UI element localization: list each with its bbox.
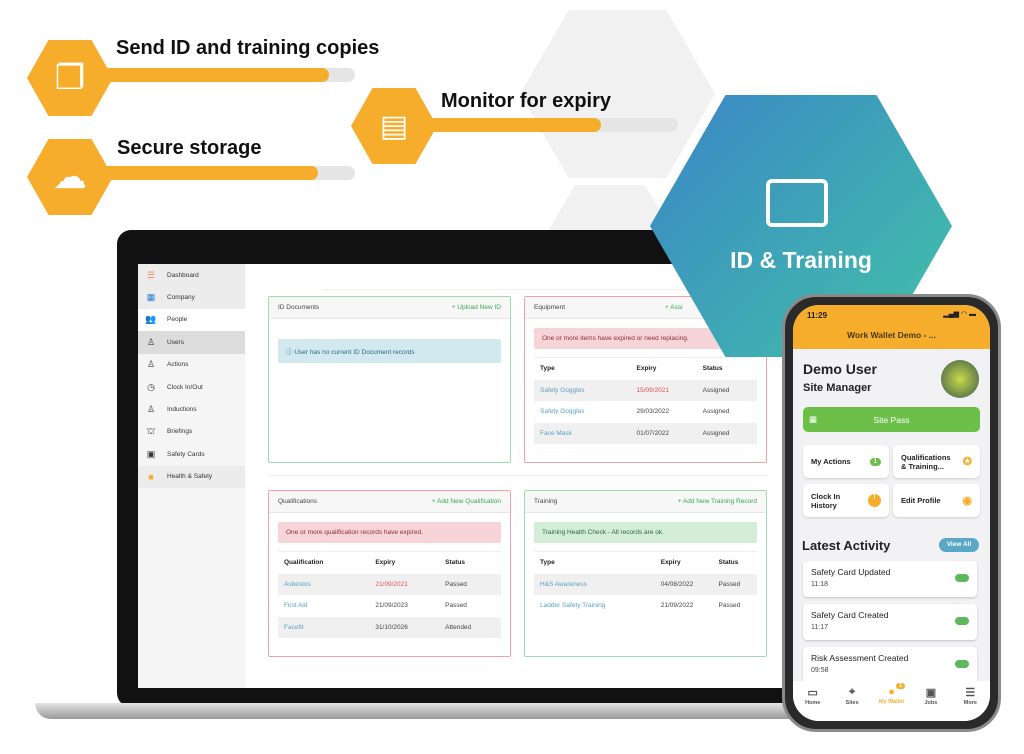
user-role: Site Manager xyxy=(803,382,872,394)
feature-title: Send ID and training copies xyxy=(116,37,380,59)
feature-title: Secure storage xyxy=(117,137,262,159)
status-icons: ▂▄▆ ◠ ▬ xyxy=(943,311,976,318)
sidebar-item-clock[interactable]: ◷ Clock In/Out xyxy=(138,376,245,398)
clock-icon: ! xyxy=(868,494,881,507)
site-pass-button[interactable]: ▦ Site Pass xyxy=(803,407,980,432)
qualifications-panel: Qualifications + Add New Qualification On… xyxy=(268,490,511,657)
laptop-base xyxy=(35,703,807,719)
tab-sites[interactable]: ⌖ Sites xyxy=(832,686,871,721)
sidebar-item-briefings[interactable]: ⛫ Briefings xyxy=(138,421,245,443)
inductions-icon: ♙ xyxy=(146,404,156,415)
view-all-button[interactable]: View All xyxy=(939,538,979,552)
phone-frame: 11:29 ▂▄▆ ◠ ▬ Work Wallet Demo - ... Dem… xyxy=(782,294,1001,732)
sidebar: ☰ Dashboard ▦ Company 👥 People ♙ Users ♙ Acti… xyxy=(138,264,245,688)
cloud-synced-icon xyxy=(955,617,969,625)
cloud-network-icon: ☁ xyxy=(27,139,113,215)
add-qualification-link[interactable]: + Add New Qualification xyxy=(432,498,501,505)
status-time: 11:29 xyxy=(807,311,828,320)
mobile-app-screen: 11:29 ▂▄▆ ◠ ▬ Work Wallet Demo - ... Dem… xyxy=(793,305,990,721)
table-row: H&S Awareness 04/08/2022 Passed xyxy=(534,573,757,595)
divider xyxy=(268,475,768,476)
profile-icon: ◉ xyxy=(962,495,972,507)
feature-bar xyxy=(420,118,678,132)
training-panel: Training + Add New Training Record Traini… xyxy=(524,490,767,657)
table-row: Asbestos 21/09/2021 Passed xyxy=(278,573,501,595)
info-alert: ⓘ User has no current ID Document record… xyxy=(278,339,501,363)
upload-new-id-link[interactable]: + Upload New ID xyxy=(452,304,501,311)
award-icon: ✪ xyxy=(962,456,972,468)
id-badge-icon xyxy=(766,179,828,227)
error-alert: One or more qualification records have e… xyxy=(278,522,501,543)
success-alert: Training Health Check - All records are … xyxy=(534,522,757,543)
clock-in-history-tile[interactable]: Clock In History! xyxy=(803,484,889,517)
home-icon: ▭ xyxy=(807,687,818,699)
user-icon: ♙ xyxy=(146,336,156,347)
building-icon: ▦ xyxy=(146,292,156,303)
web-app-screen: ☰ Dashboard ▦ Company 👥 People ♙ Users ♙ Acti… xyxy=(138,264,788,688)
avatar[interactable] xyxy=(941,360,979,398)
assign-equipment-link[interactable]: + Assi xyxy=(665,304,683,311)
activity-item[interactable]: Risk Assessment Created 09:58 xyxy=(803,647,977,683)
panel-title: Training xyxy=(534,498,558,505)
latest-activity-heading: Latest Activity xyxy=(802,538,891,553)
briefings-icon: ⛫ xyxy=(146,425,156,436)
table-row: First Aid 21/09/2023 Passed xyxy=(284,602,467,610)
app-header: 11:29 ▂▄▆ ◠ ▬ Work Wallet Demo - ... xyxy=(793,305,990,349)
edit-profile-tile[interactable]: Edit Profile ◉ xyxy=(893,484,980,517)
feature-title: Monitor for expiry xyxy=(441,90,612,112)
qr-code-icon: ▦ xyxy=(809,414,818,424)
list-icon: ☰ xyxy=(965,687,976,699)
clock-icon: ◷ xyxy=(147,381,155,392)
cloud-synced-icon xyxy=(955,660,969,668)
safety-card-icon: ▣ xyxy=(146,448,156,459)
location-pin-icon: ⌖ xyxy=(849,686,856,698)
monitor-search-icon: ▤ xyxy=(351,88,437,164)
document-copy-icon: ❐ xyxy=(27,40,113,116)
cloud-synced-icon xyxy=(955,574,969,582)
activity-item[interactable]: Safety Card Created 11:17 xyxy=(803,604,977,640)
qualifications-tile[interactable]: Qualifications & Training... ✪ xyxy=(893,445,980,478)
table-row: Ladder Safety Training 21/09/2022 Passed xyxy=(540,602,741,610)
briefcase-icon: ▣ xyxy=(925,687,937,699)
people-icon: 👥 xyxy=(145,314,157,325)
table-row: Safety Goggles 29/03/2022 Assigned xyxy=(540,408,730,416)
table-row: Safety Goggles 15/09/2021 Assigned xyxy=(534,379,757,401)
tab-home[interactable]: ▭ Home xyxy=(793,686,832,721)
sidebar-item-safety-cards[interactable]: ▣ Safety Cards xyxy=(138,443,245,465)
user-name: Demo User xyxy=(803,361,877,377)
equipment-table: Type Expiry Status Safety Goggles 15/09/202… xyxy=(534,357,757,444)
dashboard-icon: ☰ xyxy=(146,269,156,280)
sidebar-item-health-safety[interactable]: ■ Health & Safety xyxy=(138,465,245,488)
panel-title: ID Documents xyxy=(278,304,320,311)
table-row: Facefit 31/10/2026 Attended xyxy=(278,616,501,638)
add-training-link[interactable]: + Add New Training Record xyxy=(678,498,757,505)
qualifications-table: Qualification Expiry Status Asbestos 21/09/… xyxy=(278,551,501,638)
wallet-user-icon: ● xyxy=(888,686,895,698)
sidebar-item-inductions[interactable]: ♙ Inductions xyxy=(138,398,245,420)
actions-badge: 1 xyxy=(869,457,881,466)
hero-title: ID & Training xyxy=(730,247,872,273)
tab-my-wallet[interactable]: ● My Wallet 1 xyxy=(872,683,911,721)
wallet-badge: 1 xyxy=(895,683,906,689)
feature-bar xyxy=(92,68,355,82)
sidebar-item-actions[interactable]: ♙ Actions xyxy=(138,354,245,376)
training-table: Type Expiry Status H&S Awareness 04/08/2022… xyxy=(534,551,757,617)
hi-vis-vest-icon: ■ xyxy=(148,471,154,482)
sidebar-item-people[interactable]: 👥 People xyxy=(138,308,245,332)
app-title: Work Wallet Demo - ... xyxy=(847,330,936,340)
tab-jobs[interactable]: ▣ Jobs xyxy=(911,686,950,721)
my-actions-tile[interactable]: My Actions 1 xyxy=(803,445,889,478)
table-row: Face Mask 01/07/2022 Assigned xyxy=(534,422,757,444)
id-documents-panel: ID Documents + Upload New ID ⓘ User has n… xyxy=(268,296,511,463)
activity-item[interactable]: Safety Card Updated 11:18 xyxy=(803,561,977,597)
actions-icon: ♙ xyxy=(146,359,156,370)
sidebar-item-dashboard[interactable]: ☰ Dashboard xyxy=(138,264,245,287)
panel-title: Qualifications xyxy=(278,498,318,505)
tab-more[interactable]: ☰ More xyxy=(951,686,990,721)
sidebar-item-company[interactable]: ▦ Company xyxy=(138,286,245,309)
feature-bar xyxy=(92,166,355,180)
tab-bar: ▭ Home ⌖ Sites ● My Wallet 1 ▣ Jobs ☰ More xyxy=(793,681,990,721)
sidebar-item-users[interactable]: ♙ Users xyxy=(138,331,245,354)
panel-title: Equipment xyxy=(534,304,566,311)
